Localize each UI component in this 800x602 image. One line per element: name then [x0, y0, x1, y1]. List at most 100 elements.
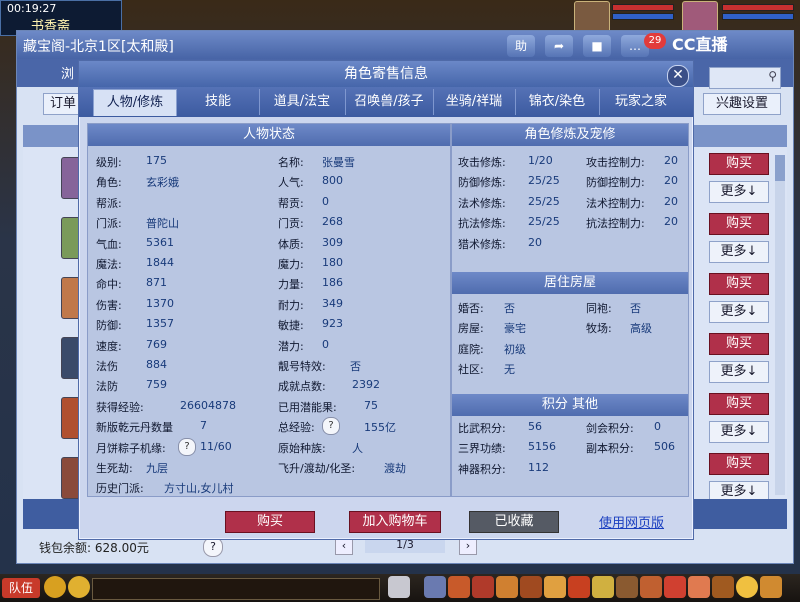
stat-label: 魔法:	[96, 258, 122, 271]
stat-label: 魔力:	[278, 258, 304, 271]
listing-buy-button[interactable]: 购买	[709, 213, 769, 235]
item-icon[interactable]	[448, 576, 470, 598]
system-icon[interactable]	[640, 576, 662, 598]
wallet-balance: 钱包余额: 628.00元	[39, 541, 149, 555]
stat-value: 309	[322, 235, 343, 249]
character-status-panel: 人物状态 级别: 175 角色: 玄彩娥 帮派: 门派: 普陀山 气血: 5361 魔法: 1844…	[87, 123, 451, 497]
stat-label: 级别:	[96, 156, 122, 169]
settings-icon[interactable]	[760, 576, 782, 598]
stat-value: 25/25	[528, 194, 560, 208]
scrollbar-thumb[interactable]	[775, 155, 785, 181]
stat-value: 175	[146, 154, 167, 167]
stat-label: 角色:	[96, 176, 122, 190]
hp-bar	[722, 4, 794, 11]
trade-icon[interactable]	[496, 576, 518, 598]
listing-more-button[interactable]: 更多↓	[709, 181, 769, 203]
question-icon[interactable]: ?	[203, 537, 223, 557]
team-icon[interactable]	[520, 576, 542, 598]
stat-label: 原始种族:	[278, 441, 326, 455]
tab-skills[interactable]: 技能	[179, 89, 257, 115]
tab-outfits[interactable]: 锦衣/染色	[515, 89, 598, 115]
attack-icon[interactable]	[424, 576, 446, 598]
notification-badge: 29	[644, 33, 666, 49]
stat-label: 门贡:	[278, 217, 304, 231]
stat-label: 月饼粽子机缘:	[96, 441, 166, 455]
stat-value: 初级	[504, 342, 526, 356]
tab-browse[interactable]: 浏	[61, 63, 74, 82]
stat-label: 速度:	[96, 339, 122, 353]
help-button[interactable]: 助	[507, 35, 535, 57]
stat-label: 新版乾元丹数量	[96, 421, 173, 435]
clock-time: 00:19:27	[7, 2, 57, 15]
listing-scrollbar[interactable]	[775, 155, 785, 495]
stat-value: 0	[322, 337, 329, 351]
stat-value: 800	[322, 174, 343, 188]
question-icon[interactable]: ?	[322, 417, 340, 436]
skill-icon[interactable]	[592, 576, 614, 598]
stat-value: 1/20	[528, 154, 553, 167]
stat-value: 5156	[528, 440, 556, 454]
chat-input[interactable]	[92, 578, 380, 600]
tab-mounts[interactable]: 坐骑/祥瑞	[433, 89, 514, 115]
share-icon[interactable]: ➦	[545, 35, 573, 57]
listing-more-button[interactable]: 更多↓	[709, 361, 769, 383]
pet-icon[interactable]	[388, 576, 410, 598]
guild-icon[interactable]	[568, 576, 590, 598]
emoji-icon[interactable]	[68, 576, 90, 598]
listing-more-button[interactable]: 更多↓	[709, 421, 769, 443]
stat-label: 名称:	[278, 156, 304, 169]
question-icon[interactable]: ?	[178, 437, 196, 456]
stat-label: 耐力:	[278, 298, 304, 312]
stat-value: 20	[664, 174, 678, 188]
quest-icon[interactable]	[544, 576, 566, 598]
tab-character[interactable]: 人物/修炼	[93, 89, 177, 116]
listing-more-button[interactable]: 更多↓	[709, 241, 769, 263]
close-icon[interactable]: ✕	[667, 65, 689, 87]
microphone-icon[interactable]	[44, 576, 66, 598]
stat-label: 防御修炼:	[458, 176, 506, 190]
stat-label: 剑会积分:	[586, 422, 634, 435]
stat-label: 体质:	[278, 237, 304, 251]
tab-summons[interactable]: 召唤兽/孩子	[345, 89, 432, 115]
stat-label: 靓号特效:	[278, 360, 326, 373]
friend-icon[interactable]	[616, 576, 638, 598]
tab-player-home[interactable]: 玩家之家	[599, 89, 682, 115]
listing-buy-button[interactable]: 购买	[709, 333, 769, 355]
favorited-button[interactable]: 已收藏	[469, 511, 559, 533]
stop-icon[interactable]: ■	[583, 35, 611, 57]
stat-value: 无	[504, 363, 515, 377]
give-icon[interactable]	[472, 576, 494, 598]
interest-settings-button[interactable]: 兴趣设置	[703, 93, 781, 115]
stat-value: 56	[528, 420, 542, 433]
cc-live-logo: CC直播	[672, 35, 728, 54]
stat-label: 法术修炼:	[458, 196, 506, 210]
buy-button[interactable]: 购买	[225, 511, 315, 533]
stat-value: 7	[200, 419, 207, 433]
shop-title: 藏宝阁-北京1区[太和殿]	[23, 39, 174, 55]
shop-icon[interactable]	[712, 576, 734, 598]
stat-value: 186	[322, 276, 343, 290]
stat-label: 历史门派:	[96, 482, 144, 496]
team-button[interactable]: 队伍	[2, 578, 40, 598]
listing-buy-button[interactable]: 购买	[709, 453, 769, 475]
smiley-icon[interactable]	[736, 576, 758, 598]
gift-icon[interactable]	[688, 576, 710, 598]
add-to-cart-button[interactable]: 加入购物车	[349, 511, 441, 533]
search-input[interactable]: ⚲	[709, 67, 781, 89]
listing-buy-button[interactable]: 购买	[709, 393, 769, 415]
stat-value: 25/25	[528, 215, 560, 229]
stat-label: 帮贡:	[278, 196, 304, 210]
stat-value: 20	[664, 154, 678, 167]
listing-buy-button[interactable]: 购买	[709, 273, 769, 295]
listing-buy-button[interactable]: 购买	[709, 153, 769, 175]
use-web-version-link[interactable]: 使用网页版	[599, 512, 664, 531]
stat-label: 成就点数:	[278, 380, 326, 394]
listing-more-button[interactable]: 更多↓	[709, 301, 769, 323]
section-title: 人物状态	[88, 124, 450, 146]
stat-label: 力量:	[278, 278, 304, 292]
activity-icon[interactable]	[664, 576, 686, 598]
tab-items[interactable]: 道具/法宝	[259, 89, 344, 115]
stat-value: 884	[146, 358, 167, 371]
stat-label: 潜力:	[278, 339, 304, 353]
role-consignment-dialog: 角色寄售信息 ✕ 人物/修炼 技能 道具/法宝 召唤兽/孩子 坐骑/祥瑞 锦衣/…	[78, 60, 694, 540]
